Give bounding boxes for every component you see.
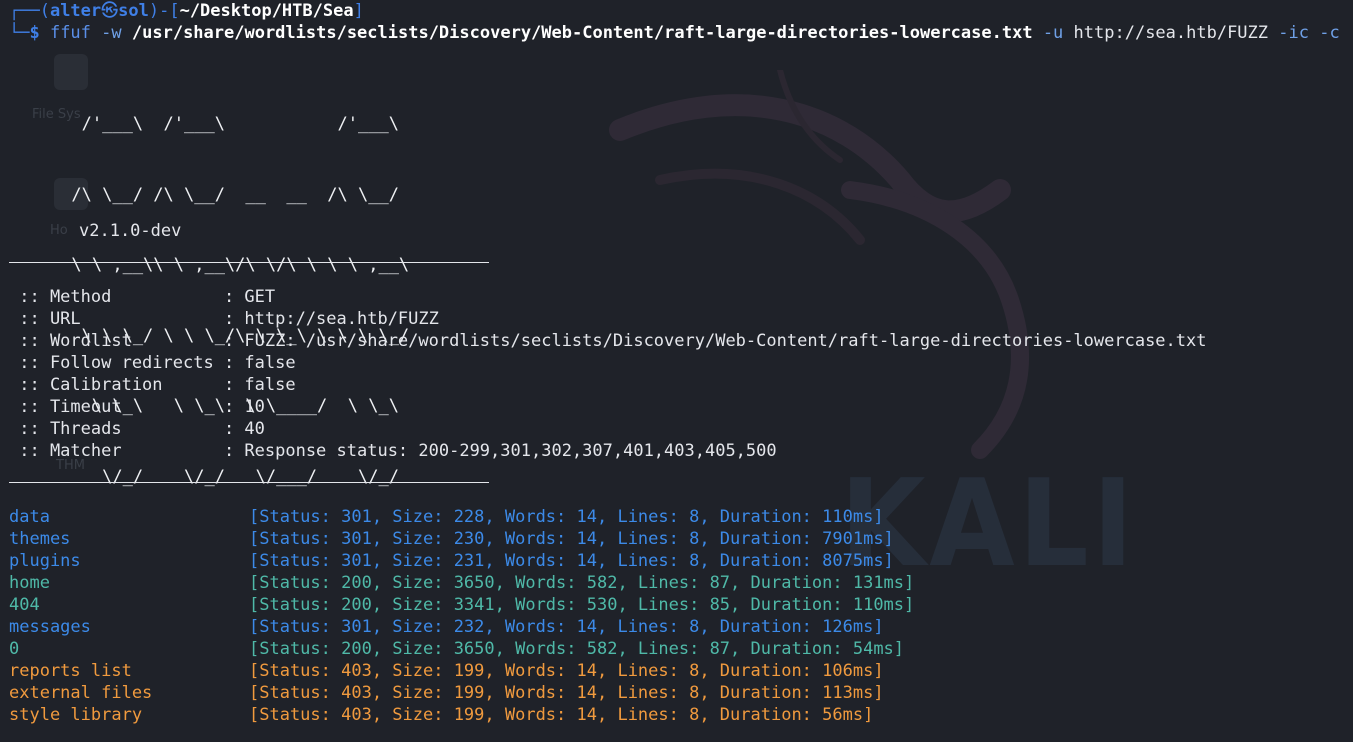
separator-bottom [9,482,489,483]
prompt-dollar: └─$ [9,23,50,43]
result-path: style library [9,705,143,725]
prompt-at-icon: ㉿ [101,1,119,21]
config-key: :: URL [9,309,224,329]
command-line[interactable]: └─$ ffuf -w /usr/share/wordlists/seclist… [9,22,1340,44]
result-path: plugins [9,551,81,571]
result-status: [Status: 301, Size: 230, Words: 14, Line… [249,529,894,549]
result-status: [Status: 200, Size: 3341, Words: 530, Li… [249,595,915,615]
prompt-line: ┌──(alter㉿sol)-[~/Desktop/HTB/Sea] [9,0,364,22]
config-key: :: Matcher [9,441,224,461]
result-path: reports list [9,661,132,681]
result-path: external files [9,683,153,703]
result-status: [Status: 301, Size: 231, Words: 14, Line… [249,551,894,571]
result-status: [Status: 301, Size: 232, Words: 14, Line… [249,617,884,637]
config-row-url: :: URL : http://sea.htb/FUZZ [9,308,439,330]
command-flag-w: -w [101,23,122,43]
config-row-calibration: :: Calibration : false [9,374,296,396]
result-status: [Status: 200, Size: 3650, Words: 582, Li… [249,573,915,593]
config-value: : FUZZ: /usr/share/wordlists/seclists/Di… [223,331,1207,351]
result-path: data [9,507,50,527]
config-row-wordlist: :: Wordlist : FUZZ: /usr/share/wordlists… [9,330,1206,352]
banner-art-line: \ \ ,__\\ \ ,__\/\ \/\ \ \ \ ,__\ [10,255,410,275]
prompt-host: sol [118,1,149,21]
result-status: [Status: 301, Size: 228, Words: 14, Line… [249,507,884,527]
result-status: [Status: 200, Size: 3650, Words: 582, Li… [249,639,905,659]
command-flag-u: -u [1042,23,1064,43]
result-path: themes [9,529,71,549]
config-value: : Response status: 200-299,301,302,307,4… [223,441,777,461]
command-program: ffuf [49,23,91,43]
config-key: :: Follow redirects [9,353,224,373]
result-status: [Status: 403, Size: 199, Words: 14, Line… [249,661,884,681]
config-key: :: Threads [9,419,224,439]
terminal-window[interactable]: ┌──(alter㉿sol)-[~/Desktop/HTB/Sea] └─$ f… [0,0,1353,742]
command-flag-c: -c [1319,23,1340,43]
prompt-corner: ┌──( [9,1,50,21]
result-path: messages [9,617,91,637]
config-value: : false [223,353,296,373]
command-flag-ic: -ic [1278,23,1309,43]
result-path: 0 [9,639,20,659]
config-row-method: :: Method : GET [9,286,275,308]
config-row-matcher: :: Matcher : Response status: 200-299,30… [9,440,777,462]
config-key: :: Method [9,287,224,307]
prompt-user: alter [49,1,102,21]
config-key: :: Wordlist [9,331,224,351]
result-path: home [9,573,50,593]
banner-art-line: /'___\ /'___\ /'___\ [10,114,399,134]
command-wordlist: /usr/share/wordlists/seclists/Discovery/… [131,23,1033,43]
banner-art-line: \/_/ \/_/ \/___/ \/_/ [10,466,399,487]
config-key: :: Calibration [9,375,224,395]
config-value: : 10 [223,397,265,417]
banner-art-line: /\ \__/ /\ \__/ __ __ /\ \__/ [10,184,399,205]
separator-top [9,262,489,263]
ffuf-version: v2.1.0-dev [79,221,182,241]
config-value: : 40 [223,419,265,439]
config-row-follow-redirects: :: Follow redirects : false [9,352,296,374]
config-value: : false [223,375,296,395]
config-value: : GET [223,287,276,307]
command-url: http://sea.htb/FUZZ [1073,23,1269,43]
prompt-mid: )-[ [148,1,180,21]
config-row-threads: :: Threads : 40 [9,418,265,440]
result-status: [Status: 403, Size: 199, Words: 14, Line… [249,705,874,725]
prompt-cwd: ~/Desktop/HTB/Sea [179,1,354,21]
config-key: :: Timeout [9,397,224,417]
result-status: [Status: 403, Size: 199, Words: 14, Line… [249,683,884,703]
prompt-end: ] [353,1,364,21]
config-row-timeout: :: Timeout : 10 [9,396,265,418]
result-path: 404 [9,595,40,615]
config-value: : http://sea.htb/FUZZ [223,309,439,329]
